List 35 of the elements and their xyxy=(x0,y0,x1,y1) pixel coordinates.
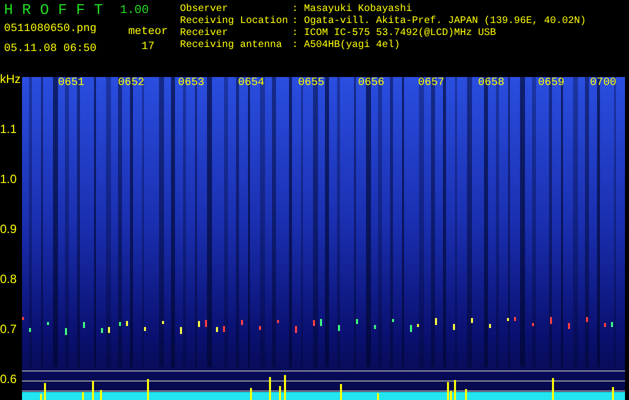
time-label: 0658 xyxy=(478,77,504,90)
separator: : xyxy=(292,28,300,40)
filename: 0511080650.png xyxy=(4,22,98,36)
axis-tick-label: 0.9 xyxy=(0,223,17,236)
time-label: 0654 xyxy=(238,77,264,90)
field-value: Ogata-vill. Akita-Pref. JAPAN (139.96E, 40.02N) xyxy=(304,16,586,28)
time-label: 0651 xyxy=(58,77,84,90)
time-label: 0652 xyxy=(118,77,144,90)
app-title: H R O F F T xyxy=(4,2,104,20)
time-label: 0700 xyxy=(590,77,616,90)
axis-tick-label: 0.7 xyxy=(0,323,17,336)
field-value: Masayuki Kobayashi xyxy=(304,4,412,16)
axis-tick-label: 1.1 xyxy=(0,123,17,136)
field-label: Receiver xyxy=(180,28,230,40)
time-label: 0655 xyxy=(298,77,324,90)
axis-tick-label: 0.6 xyxy=(0,373,17,386)
time-label: 0659 xyxy=(538,77,564,90)
meteor-count: 17 xyxy=(141,40,155,54)
separator: : xyxy=(292,16,300,28)
time-label: 0653 xyxy=(178,77,204,90)
separator: : xyxy=(292,4,300,16)
field-value: A504HB(yagi 4el) xyxy=(304,40,400,52)
meteor-label: meteor xyxy=(128,25,168,39)
axis-tick-label: 1.0 xyxy=(0,173,17,186)
field-label: Observer xyxy=(180,4,230,16)
time-label: 0657 xyxy=(418,77,444,90)
axis-unit: kHz xyxy=(0,73,21,86)
time-label: 0656 xyxy=(358,77,384,90)
app-version: 1.00 xyxy=(120,3,149,17)
separator: : xyxy=(292,40,300,52)
date-time: 05.11.08 06:50 xyxy=(4,42,98,56)
axis-tick-label: 0.8 xyxy=(0,273,17,286)
field-label: Receiving Location xyxy=(180,16,290,28)
field-label: Receiving antenna xyxy=(180,40,284,52)
field-value: ICOM IC-575 53.7492(@LCD)MHz USB xyxy=(304,28,496,40)
